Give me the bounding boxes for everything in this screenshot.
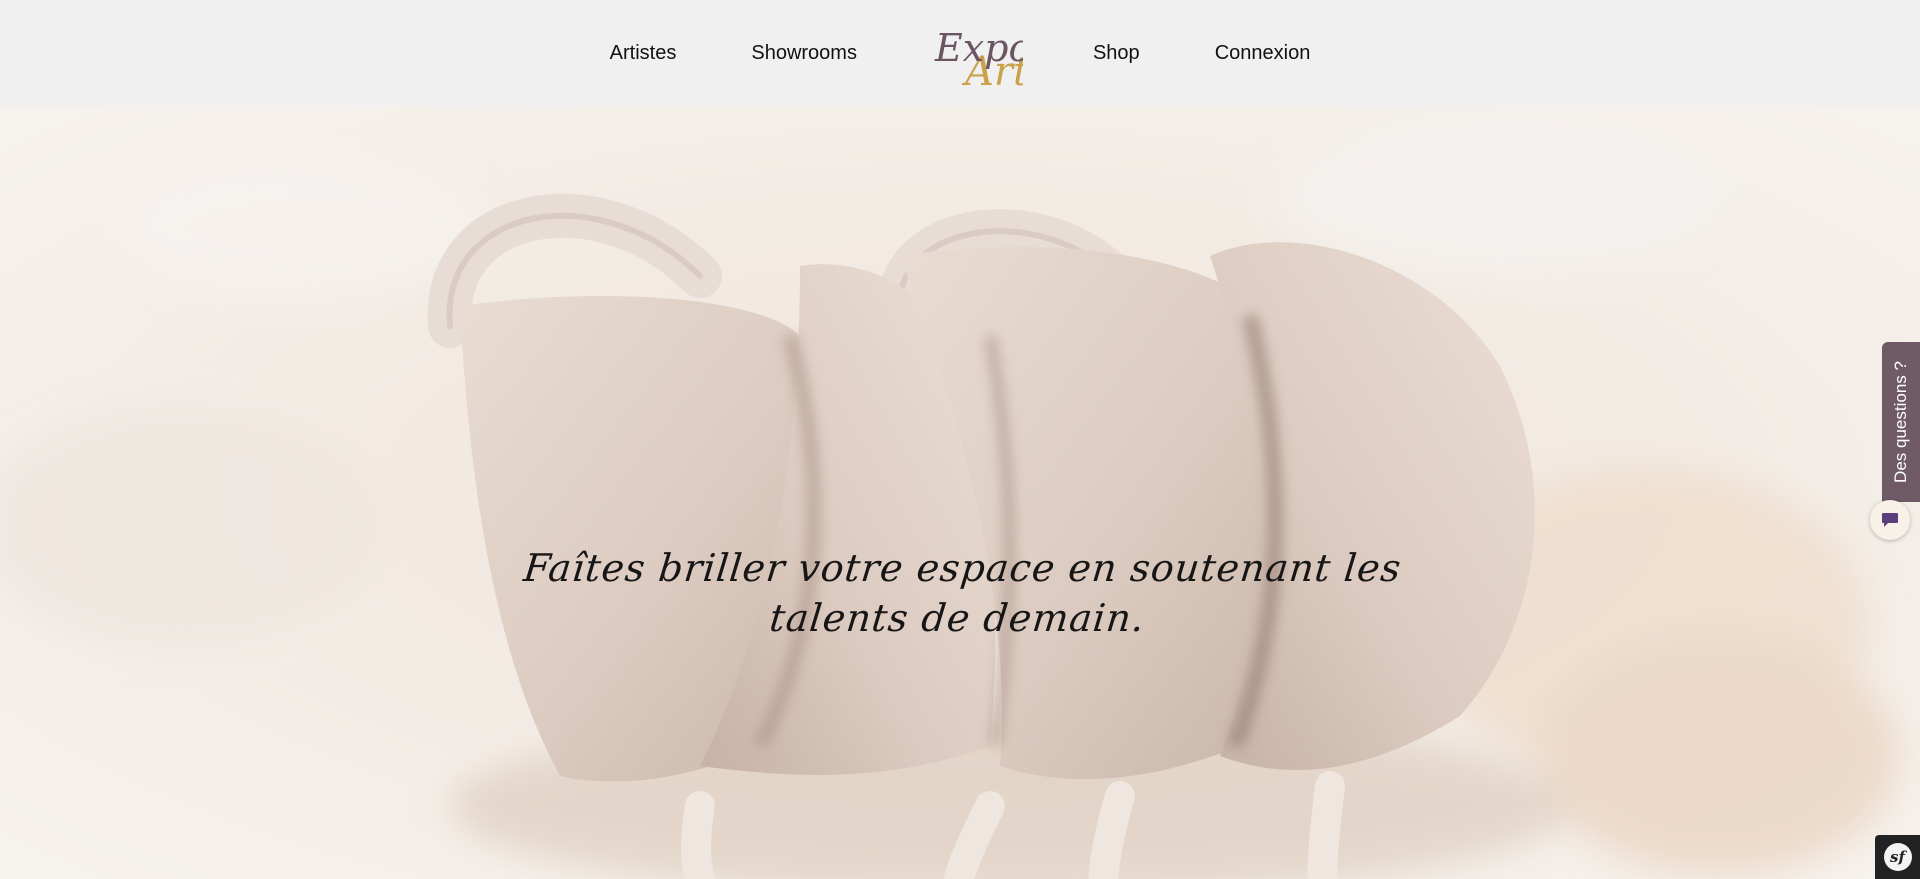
hero-tagline: Faîtes briller votre espace en soutenant… [0, 543, 1920, 643]
help-tab[interactable]: Des questions ? [1882, 342, 1920, 502]
chat-bubble-button[interactable] [1870, 500, 1910, 540]
logo-expo-text: Expo [934, 26, 1023, 70]
nav-link-shop[interactable]: Shop [1093, 42, 1140, 65]
logo-mark: Art Expo [934, 26, 1031, 95]
main-nav: Artistes Showrooms Art Expo Shop Connexi… [610, 13, 1311, 95]
hero-tagline-line2: talents de demain. [767, 596, 1148, 640]
hero-tagline-line1: Faîtes briller votre espace en soutenant… [521, 546, 1404, 590]
chat-bubble-icon [1882, 513, 1898, 527]
nav-link-artistes[interactable]: Artistes [610, 42, 677, 65]
ceramic-cups-image [0, 106, 1920, 879]
expo-art-logo[interactable]: Art Expo [933, 13, 1031, 95]
symfony-debug-toolbar-toggle[interactable]: sf [1875, 835, 1920, 879]
nav-link-connexion[interactable]: Connexion [1215, 42, 1311, 65]
hero-banner: Faîtes briller votre espace en soutenant… [0, 106, 1920, 879]
site-header: Artistes Showrooms Art Expo Shop Connexi… [0, 0, 1920, 106]
nav-link-showrooms[interactable]: Showrooms [751, 42, 857, 65]
symfony-icon: sf [1883, 843, 1912, 871]
help-tab-label: Des questions ? [1891, 361, 1910, 483]
